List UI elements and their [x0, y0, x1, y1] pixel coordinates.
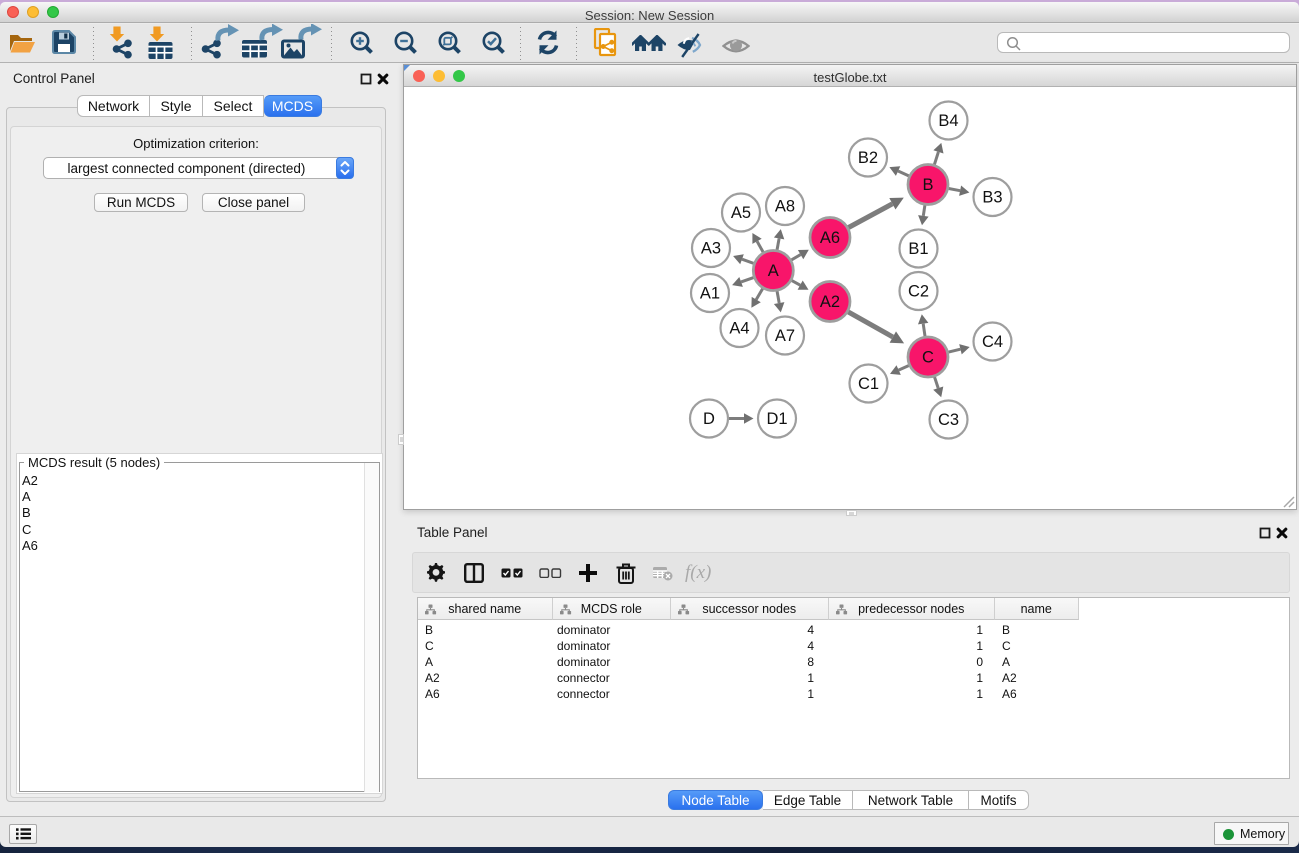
svg-text:A1: A1	[700, 285, 720, 303]
svg-text:B: B	[922, 176, 933, 194]
svg-text:D1: D1	[766, 410, 787, 428]
svg-text:A5: A5	[731, 204, 751, 222]
svg-text:A7: A7	[775, 327, 795, 345]
svg-text:C1: C1	[858, 375, 879, 393]
svg-text:C: C	[922, 349, 934, 367]
svg-text:A2: A2	[820, 293, 840, 311]
svg-text:A8: A8	[775, 198, 795, 216]
svg-text:B3: B3	[982, 189, 1002, 207]
svg-text:A4: A4	[729, 320, 749, 338]
svg-text:A3: A3	[701, 240, 721, 258]
svg-text:A: A	[768, 262, 779, 280]
svg-text:A6: A6	[820, 229, 840, 247]
svg-text:C3: C3	[938, 411, 959, 429]
svg-text:C4: C4	[982, 333, 1003, 351]
svg-text:D: D	[703, 410, 715, 428]
svg-text:C2: C2	[908, 283, 929, 301]
svg-text:B2: B2	[858, 149, 878, 167]
svg-text:B1: B1	[908, 240, 928, 258]
svg-text:f(x): f(x)	[685, 562, 711, 583]
svg-text:B4: B4	[938, 112, 958, 130]
